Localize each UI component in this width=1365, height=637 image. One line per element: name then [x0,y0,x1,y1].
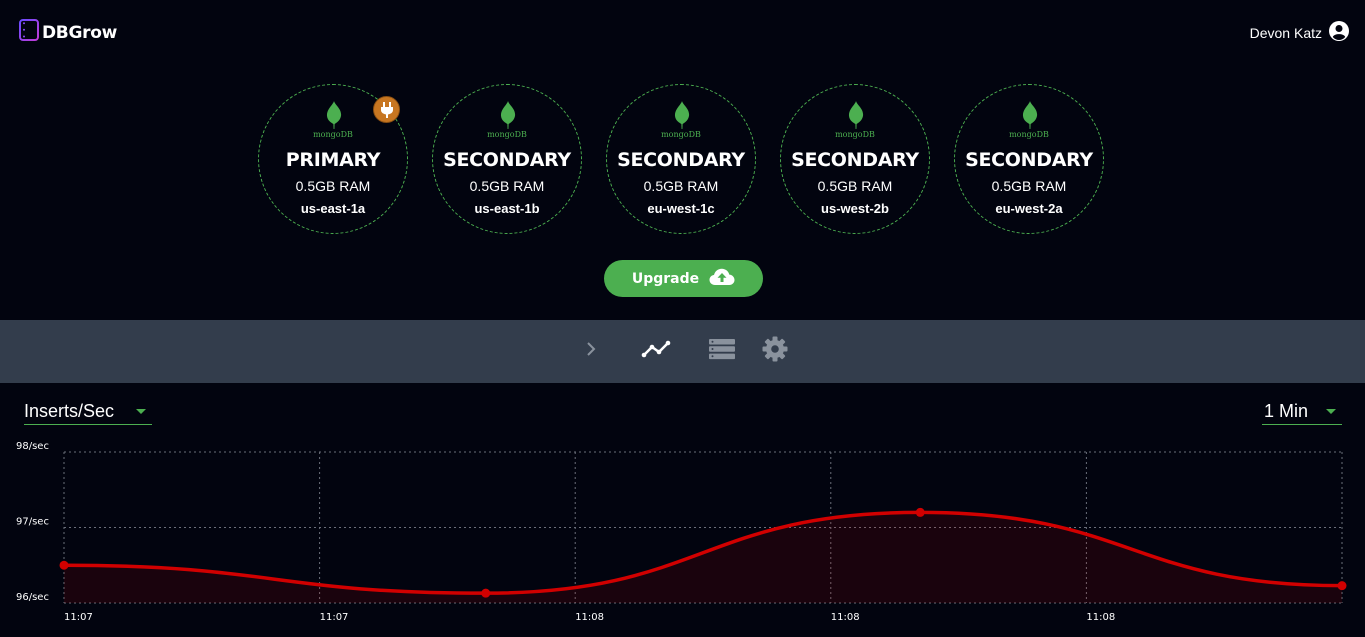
node-card-secondary[interactable]: mongoDB SECONDARY 0.5GB RAM us-west-2b [780,84,930,234]
chevron-right-button[interactable] [577,320,605,383]
node-ram: 0.5GB RAM [991,178,1067,194]
database-logo-icon [19,19,39,46]
node-role: SECONDARY [617,149,745,171]
x-tick-label: 11:07 [320,612,349,623]
gear-icon [762,336,788,367]
y-tick-label: 97/sec [16,517,49,528]
data-point [481,588,491,598]
servers-tab[interactable] [706,320,738,383]
node-region: us-east-1b [474,201,540,216]
node-ram: 0.5GB RAM [295,178,371,194]
chevron-right-icon [586,341,596,362]
metric-select[interactable]: Inserts/Sec [24,399,152,425]
line-chart-icon [641,339,671,364]
node-card-secondary[interactable]: mongoDB SECONDARY 0.5GB RAM eu-west-2a [954,84,1104,234]
series-area [64,512,1342,603]
node-region: us-west-2b [821,201,889,216]
mongodb-label: mongoDB [487,130,527,139]
node-region: us-east-1a [300,201,366,216]
node-ram: 0.5GB RAM [469,178,545,194]
mongodb-label: mongoDB [1009,130,1049,139]
metric-select-value: Inserts/Sec [24,401,115,421]
x-tick-label: 11:07 [64,612,93,623]
mongodb-label: mongoDB [313,130,353,139]
inserts-line-chart: 98/sec 97/sec 96/sec 11:07 11:07 11:08 11:08 11… [16,441,1347,623]
node-card-secondary[interactable]: mongoDB SECONDARY 0.5GB RAM eu-west-1c [606,84,756,234]
node-card-primary[interactable]: mongoDB PRIMARY 0.5GB RAM us-east-1a [258,84,408,234]
view-toolbar [0,320,1365,383]
node-region: eu-west-1c [647,201,715,216]
app-name: DBGrow [42,22,117,43]
app-logo[interactable]: DBGrow [19,19,117,46]
data-point [59,560,69,570]
node-role: SECONDARY [791,149,919,171]
server-list-icon [708,338,736,365]
caret-down-icon [136,409,146,414]
mongodb-label: mongoDB [661,130,701,139]
metrics-tab[interactable] [638,320,674,383]
node-ram: 0.5GB RAM [643,178,719,194]
upgrade-label: Upgrade [631,270,700,287]
time-range-select[interactable]: 1 Min [1262,399,1342,425]
data-point [915,507,925,517]
y-tick-label: 98/sec [16,441,49,452]
user-name: Devon Katz [1249,24,1322,41]
y-tick-label: 96/sec [16,592,49,603]
x-tick-label: 11:08 [831,612,860,623]
time-range-value: 1 Min [1264,401,1309,421]
user-menu[interactable]: Devon Katz [1250,21,1349,44]
x-tick-label: 11:08 [575,612,604,623]
user-avatar-icon [1329,21,1349,44]
x-tick-label: 11:08 [1086,612,1115,623]
data-point [1337,581,1347,591]
plug-icon[interactable] [373,96,400,123]
cluster-nodes: mongoDB PRIMARY 0.5GB RAM us-east-1a mon… [0,84,1365,238]
node-role: SECONDARY [965,149,1093,171]
top-bar: DBGrow Devon Katz [0,0,1365,62]
node-ram: 0.5GB RAM [817,178,893,194]
node-role: PRIMARY [285,149,381,171]
node-card-secondary[interactable]: mongoDB SECONDARY 0.5GB RAM us-east-1b [432,84,582,234]
cloud-upload-icon [709,268,735,290]
caret-down-icon [1326,409,1336,414]
mongodb-label: mongoDB [835,130,875,139]
upgrade-button[interactable]: Upgrade [604,260,763,297]
node-role: SECONDARY [443,149,571,171]
settings-tab[interactable] [760,320,790,383]
node-region: eu-west-2a [995,201,1063,216]
